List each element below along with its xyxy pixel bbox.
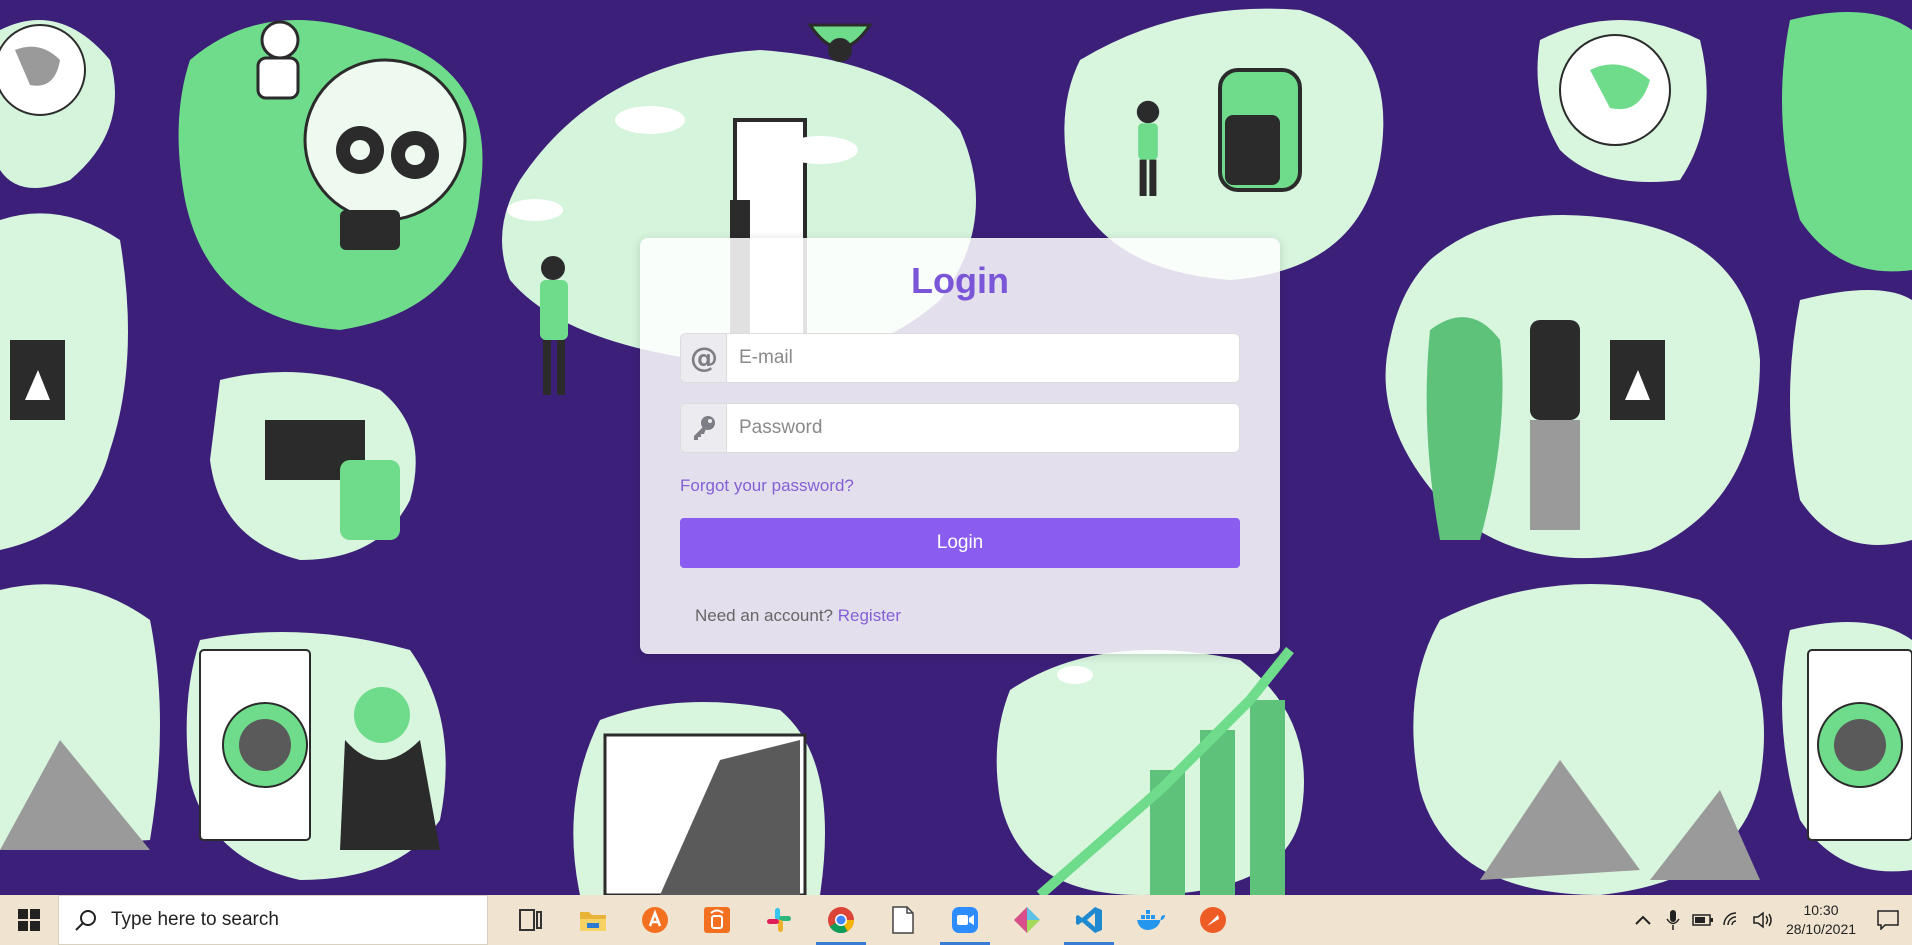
battery-button[interactable] bbox=[1688, 895, 1718, 945]
zoom-icon bbox=[952, 907, 978, 933]
tray-expand-button[interactable] bbox=[1628, 895, 1658, 945]
search-placeholder: Type here to search bbox=[111, 909, 279, 930]
kite-icon bbox=[1014, 907, 1040, 933]
clock-date: 28/10/2021 bbox=[1785, 921, 1857, 937]
remote-icon bbox=[704, 907, 730, 933]
postman-icon bbox=[1200, 907, 1226, 933]
search-icon bbox=[75, 910, 96, 931]
at-sign-icon: @ bbox=[681, 334, 727, 382]
email-field: @ bbox=[680, 333, 1240, 383]
volume-button[interactable] bbox=[1748, 895, 1778, 945]
password-input[interactable] bbox=[727, 404, 1239, 452]
document-icon bbox=[892, 906, 914, 934]
key-icon bbox=[681, 404, 727, 452]
task-view-button[interactable] bbox=[500, 895, 562, 945]
docker-button[interactable] bbox=[1120, 895, 1182, 945]
windows-icon bbox=[18, 909, 40, 931]
slack-icon bbox=[767, 908, 791, 932]
taskbar-apps bbox=[500, 895, 1244, 945]
wifi-button[interactable] bbox=[1718, 895, 1748, 945]
chrome-icon bbox=[828, 907, 855, 934]
slack-button[interactable] bbox=[748, 895, 810, 945]
forgot-password-link[interactable]: Forgot your password? bbox=[680, 476, 854, 496]
zoom-button[interactable] bbox=[934, 895, 996, 945]
login-title: Login bbox=[911, 260, 1009, 301]
remote-app-button[interactable] bbox=[686, 895, 748, 945]
chrome-button[interactable] bbox=[810, 895, 872, 945]
folder-icon bbox=[580, 912, 606, 931]
docker-icon bbox=[1137, 910, 1165, 930]
vscode-button[interactable] bbox=[1058, 895, 1120, 945]
svg-text:@: @ bbox=[690, 344, 718, 372]
start-button[interactable] bbox=[0, 895, 58, 945]
notepad-button[interactable] bbox=[872, 895, 934, 945]
login-card: Login @ Forgot your password? Login Need… bbox=[640, 238, 1280, 654]
wifi-icon bbox=[1723, 912, 1737, 926]
microphone-button[interactable] bbox=[1658, 895, 1688, 945]
gitkraken-button[interactable] bbox=[996, 895, 1058, 945]
task-view-icon bbox=[519, 909, 542, 931]
register-prompt: Need an account? bbox=[695, 606, 833, 625]
taskbar: Type here to search 10:30 28/10/2021 bbox=[0, 895, 1912, 945]
speaker-icon bbox=[1753, 911, 1772, 929]
clock-time: 10:30 bbox=[1803, 902, 1839, 918]
notification-icon bbox=[1877, 910, 1899, 930]
postman-button[interactable] bbox=[1182, 895, 1244, 945]
register-link[interactable]: Register bbox=[838, 606, 901, 625]
microphone-icon bbox=[1666, 910, 1680, 930]
login-button[interactable]: Login bbox=[680, 518, 1240, 568]
notification-button[interactable] bbox=[1864, 895, 1912, 945]
taskbar-search[interactable]: Type here to search bbox=[58, 895, 488, 945]
file-explorer-button[interactable] bbox=[562, 895, 624, 945]
vscode-icon bbox=[1076, 907, 1102, 933]
system-tray: 10:30 28/10/2021 bbox=[1628, 895, 1912, 945]
battery-icon bbox=[1692, 914, 1713, 926]
chevron-up-icon bbox=[1635, 915, 1651, 925]
password-field bbox=[680, 403, 1240, 453]
avast-button[interactable] bbox=[624, 895, 686, 945]
email-input[interactable] bbox=[727, 334, 1239, 382]
register-row: Need an account? Register bbox=[695, 606, 901, 626]
avast-icon bbox=[642, 907, 668, 933]
taskbar-clock[interactable]: 10:30 28/10/2021 bbox=[1778, 901, 1864, 939]
